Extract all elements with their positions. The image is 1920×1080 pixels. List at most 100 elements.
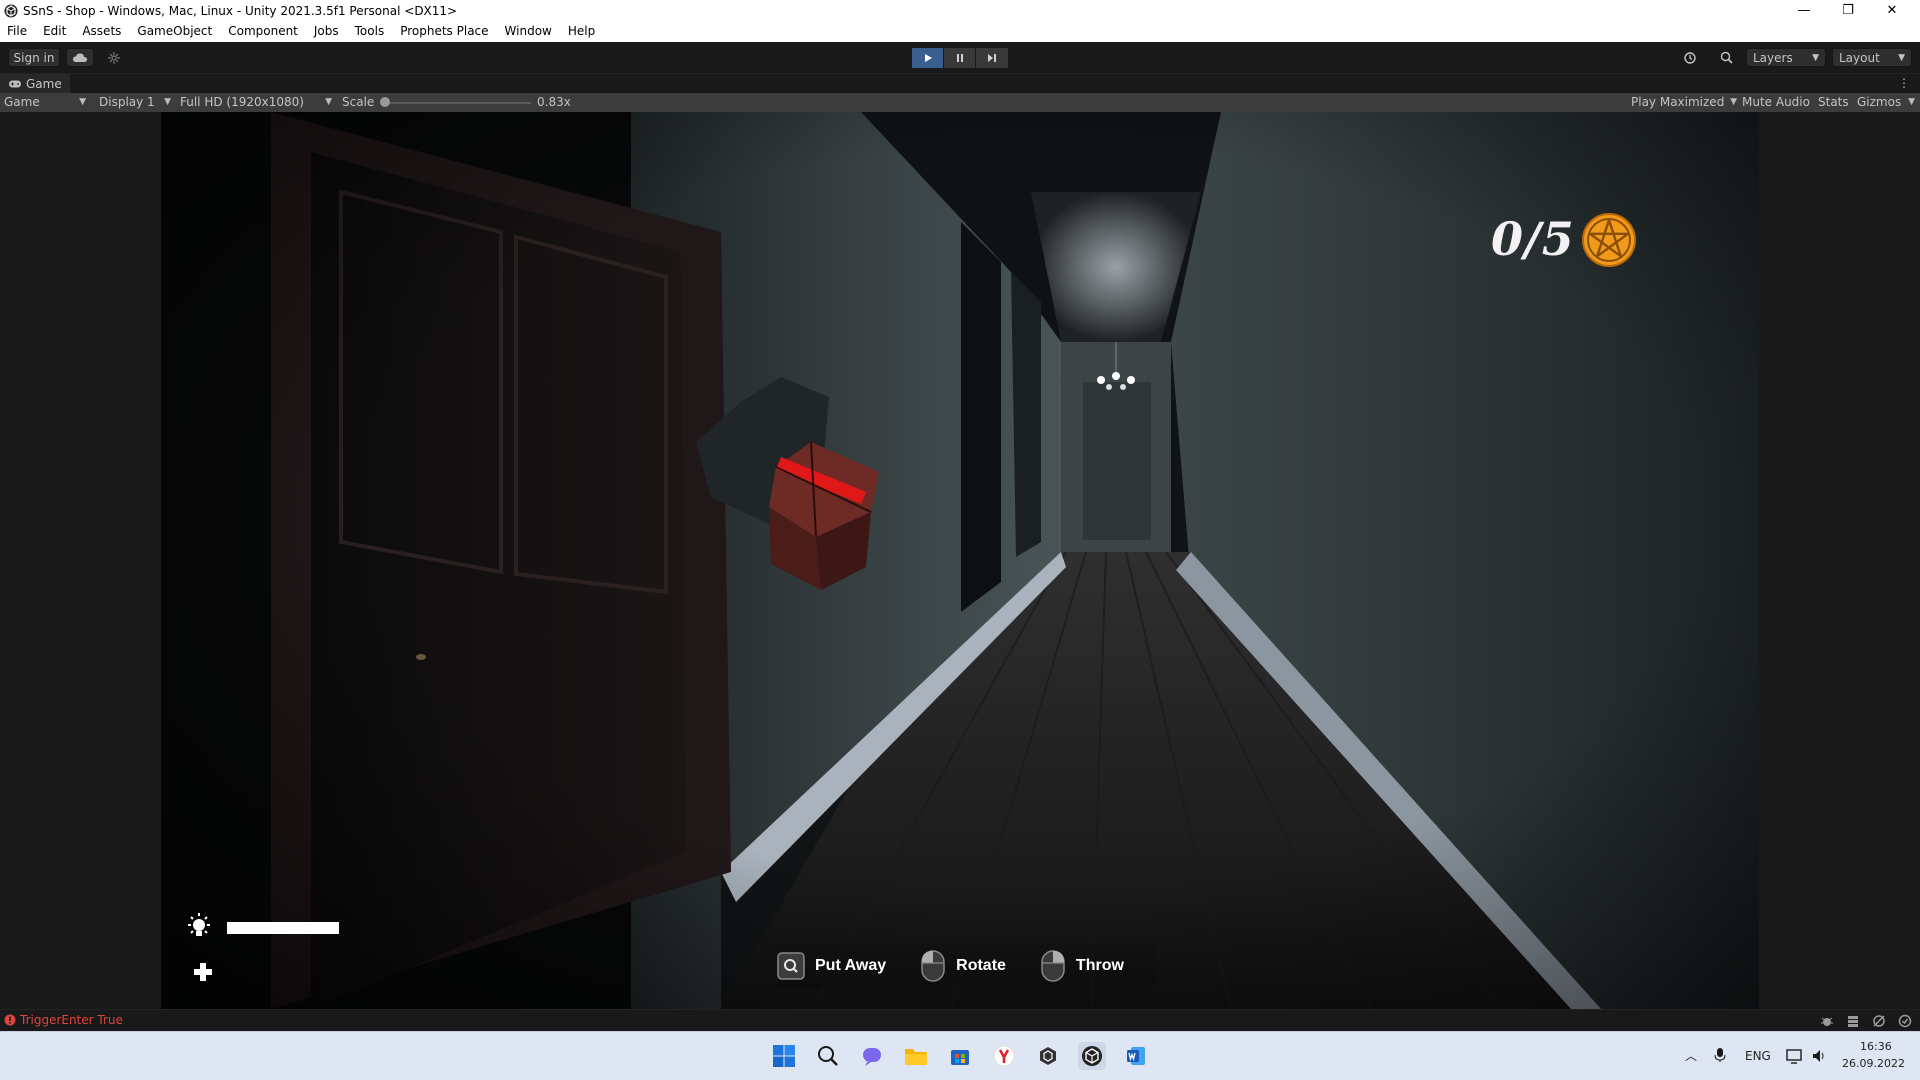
yandex-browser-icon [993, 1045, 1015, 1067]
q-key-icon [777, 952, 805, 980]
tray-overflow-icon[interactable]: ︿ [1685, 1047, 1697, 1064]
cloud-button[interactable] [66, 48, 94, 67]
scale-slider-thumb[interactable] [380, 97, 390, 107]
network-icon[interactable] [1872, 1014, 1886, 1028]
tab-game[interactable]: Game [0, 74, 70, 94]
chevron-down-icon: ▼ [1908, 97, 1915, 107]
language-indicator[interactable]: ENG [1745, 1049, 1771, 1063]
title-bar: SSnS - Shop - Windows, Mac, Linux - Unit… [0, 0, 1920, 21]
chat-taskbar-button[interactable] [858, 1042, 886, 1070]
menu-component[interactable]: Component [220, 21, 306, 42]
game-view: 0/5 Put Away Rotate Throw [0, 112, 1920, 1009]
chevron-down-icon: ▼ [1812, 52, 1819, 63]
folder-icon [905, 1049, 927, 1065]
minimize-button[interactable]: — [1782, 0, 1826, 21]
search-button[interactable] [1712, 48, 1740, 67]
network-icon[interactable] [1786, 1048, 1804, 1064]
resolution-dropdown[interactable]: Full HD (1920x1080) ▼ [180, 93, 332, 112]
gizmos-dropdown[interactable]: Gizmos ▼ [1857, 93, 1915, 112]
menu-help[interactable]: Help [560, 21, 603, 42]
main-toolbar: Sign in Layers ▼ Layout ▼ [0, 42, 1920, 73]
layout-label: Layout [1839, 50, 1880, 65]
search-icon [818, 1046, 838, 1066]
chevron-down-icon: ▼ [325, 97, 332, 107]
play-mode-dropdown[interactable]: Play Maximized ▼ [1631, 93, 1737, 112]
restore-icon: ❐ [1842, 3, 1854, 18]
view-label: Game [4, 95, 40, 109]
unity-icon [1082, 1046, 1102, 1066]
status-bar: TriggerEnter True [0, 1009, 1920, 1031]
game-viewport[interactable]: 0/5 Put Away Rotate Throw [161, 112, 1759, 1009]
mouse-left-icon [1041, 950, 1065, 982]
sign-in-label: Sign in [13, 50, 55, 65]
layers-label: Layers [1753, 50, 1793, 65]
store-taskbar-button[interactable] [946, 1042, 974, 1070]
microphone-icon[interactable] [1713, 1047, 1727, 1063]
scale-value: 0.83x [537, 95, 571, 109]
console-message[interactable]: TriggerEnter True [4, 1013, 123, 1027]
layout-dropdown[interactable]: Layout ▼ [1832, 48, 1912, 67]
menu-prophets-place[interactable]: Prophets Place [392, 21, 496, 42]
play-controls [912, 48, 1008, 68]
display-dropdown[interactable]: Display 1 ▼ [99, 93, 171, 112]
chevron-down-icon: ▼ [1730, 97, 1737, 107]
word-icon [1127, 1047, 1145, 1065]
explorer-taskbar-button[interactable] [902, 1042, 930, 1070]
menu-tools[interactable]: Tools [347, 21, 393, 42]
menu-file[interactable]: File [0, 21, 35, 42]
collectible-counter: 0/5 [1491, 212, 1575, 266]
display-label: Display 1 [99, 95, 155, 109]
collab-icon [108, 51, 120, 64]
game-tab-strip: Game ⋮ [0, 73, 1920, 94]
tab-game-label: Game [26, 77, 62, 91]
word-taskbar-button[interactable] [1122, 1042, 1150, 1070]
chevron-down-icon: ▼ [164, 97, 171, 107]
menu-window[interactable]: Window [497, 21, 560, 42]
store-icon [951, 1050, 969, 1065]
clock-date[interactable]: 26.09.2022 [1842, 1057, 1905, 1070]
close-button[interactable]: ✕ [1870, 0, 1914, 21]
scale-slider-track[interactable] [385, 102, 531, 104]
mute-audio-toggle[interactable]: Mute Audio [1742, 93, 1810, 112]
prompt-rotate: Rotate [920, 949, 1006, 983]
yandex-taskbar-button[interactable] [990, 1042, 1018, 1070]
unity-hub-taskbar-button[interactable] [1034, 1042, 1062, 1070]
start-button[interactable] [770, 1042, 798, 1070]
chevron-down-icon: ▼ [1898, 52, 1905, 63]
debug-icon[interactable] [1820, 1014, 1834, 1028]
progress-icon[interactable] [1898, 1014, 1912, 1028]
menu-assets[interactable]: Assets [74, 21, 129, 42]
console-message-text: TriggerEnter True [20, 1013, 123, 1027]
clock-time[interactable]: 16:36 [1860, 1040, 1892, 1053]
cache-server-icon[interactable] [1846, 1014, 1860, 1028]
unity-editor-taskbar-button[interactable] [1078, 1042, 1106, 1070]
volume-icon[interactable] [1811, 1048, 1827, 1064]
step-button[interactable] [976, 48, 1008, 68]
view-dropdown[interactable]: Game ▼ [4, 93, 88, 112]
resolution-label: Full HD (1920x1080) [180, 95, 304, 109]
window-title: SSnS - Shop - Windows, Mac, Linux - Unit… [23, 3, 458, 18]
sign-in-button[interactable]: Sign in [8, 48, 60, 67]
search-taskbar-button[interactable] [814, 1042, 842, 1070]
stats-toggle[interactable]: Stats [1818, 93, 1849, 112]
restore-button[interactable]: ❐ [1826, 0, 1870, 21]
search-icon [1720, 51, 1733, 64]
play-button[interactable] [912, 48, 944, 68]
menu-gameobject[interactable]: GameObject [129, 21, 220, 42]
light-meter-bar [227, 922, 339, 934]
tab-menu-icon[interactable]: ⋮ [1898, 76, 1910, 90]
layers-dropdown[interactable]: Layers ▼ [1746, 48, 1826, 67]
play-icon [924, 54, 932, 62]
menu-edit[interactable]: Edit [35, 21, 74, 42]
prompt-throw-label: Throw [1075, 957, 1124, 974]
menu-bar: File Edit Assets GameObject Component Jo… [0, 21, 1920, 42]
collab-button[interactable] [100, 48, 128, 67]
unity-logo-icon [4, 4, 18, 17]
unity-hub-icon [1040, 1047, 1056, 1065]
history-icon [1684, 51, 1696, 64]
history-button[interactable] [1676, 48, 1704, 67]
pause-button[interactable] [944, 48, 976, 68]
prompt-rotate-label: Rotate [956, 957, 1006, 974]
error-icon [4, 1014, 16, 1026]
menu-jobs[interactable]: Jobs [306, 21, 347, 42]
